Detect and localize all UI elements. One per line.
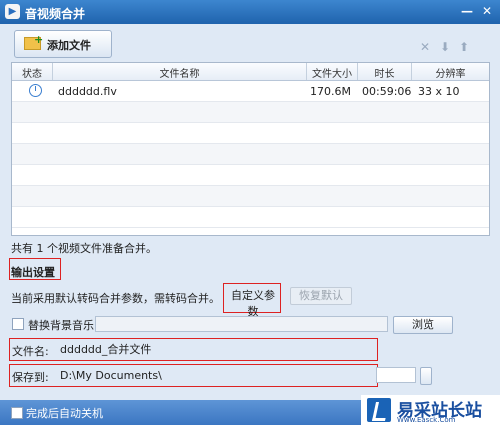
app-icon: ▶	[5, 4, 20, 19]
watermark-logo-icon	[367, 398, 391, 422]
move-down-icon[interactable]: ⬇	[440, 40, 450, 54]
col-status: 状态	[22, 69, 42, 80]
row-filename: dddddd.flv	[58, 85, 117, 98]
replace-music-checkbox[interactable]	[12, 318, 24, 330]
title-bar: ▶ 音视频合并 — ✕	[0, 0, 500, 24]
table-row-empty	[12, 207, 489, 228]
restore-default-button[interactable]: 恢复默认	[290, 287, 352, 305]
replace-music-label: 替换背景音乐	[28, 319, 94, 332]
col-duration: 时长	[374, 69, 395, 80]
save-path-dropdown[interactable]	[420, 367, 432, 385]
add-file-button[interactable]: + 添加文件	[14, 30, 112, 58]
table-row-empty	[12, 102, 489, 123]
auto-shutdown-checkbox[interactable]	[11, 407, 23, 419]
remove-icon[interactable]: ✕	[420, 40, 430, 54]
watermark: 易采站长站 Www.Easck.Com	[361, 395, 500, 425]
col-resolution: 分辨率	[435, 69, 466, 80]
add-file-label: 添加文件	[47, 39, 91, 52]
move-up-icon[interactable]: ⬆	[459, 40, 469, 54]
table-row-empty	[12, 123, 489, 144]
clock-icon	[29, 84, 42, 97]
browse-button[interactable]: 浏览	[393, 316, 453, 334]
auto-shutdown-label: 完成后自动关机	[26, 407, 103, 420]
minimize-icon[interactable]: —	[460, 4, 474, 18]
table-row-empty	[12, 165, 489, 186]
file-table: 状态 文件名称 文件大小 时长 分辨率 dddddd.flv 170.6M 00…	[11, 62, 490, 236]
save-path-field-tail[interactable]	[376, 367, 416, 383]
col-name: 文件名称	[159, 69, 200, 80]
row-duration: 00:59:06	[362, 85, 412, 98]
table-row-empty	[12, 186, 489, 207]
music-path-field[interactable]	[95, 316, 388, 332]
file-count-text: 共有 1 个视频文件准备合并。	[11, 242, 157, 255]
close-icon[interactable]: ✕	[480, 4, 494, 18]
filename-input[interactable]: dddddd_合并文件	[55, 341, 388, 357]
row-resolution: 33 x 10	[418, 85, 460, 98]
output-settings-title: 输出设置	[11, 266, 55, 279]
output-description: 当前采用默认转码合并参数，需转码合并。	[11, 292, 220, 305]
table-row-empty	[12, 144, 489, 165]
save-to-label: 保存到:	[12, 371, 49, 384]
filename-label: 文件名:	[12, 345, 49, 358]
row-size: 170.6M	[310, 85, 351, 98]
custom-params-button[interactable]: 自定义参数	[227, 287, 279, 318]
watermark-url: Www.Easck.Com	[397, 416, 456, 424]
table-header: 状态 文件名称 文件大小 时长 分辨率	[12, 63, 489, 81]
save-path-input[interactable]: D:\My Documents\	[55, 367, 420, 383]
col-size: 文件大小	[312, 69, 352, 80]
window-title: 音视频合并	[25, 7, 86, 21]
table-row[interactable]: dddddd.flv 170.6M 00:59:06 33 x 10	[12, 81, 489, 102]
add-icon: +	[34, 33, 44, 46]
